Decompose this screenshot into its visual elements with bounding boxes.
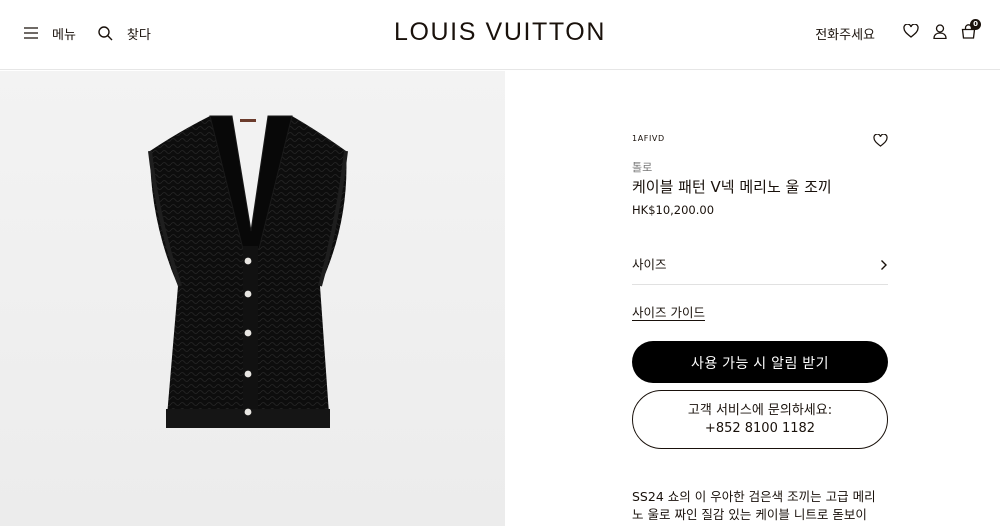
bag-button[interactable]: 0	[961, 18, 981, 43]
description-line: SS24 쇼의 이 우아한 검은색 조끼는 고급 메리	[632, 489, 876, 504]
contact-line-1: 고객 서비스에 문의하세요:	[687, 402, 833, 418]
notify-when-available-button[interactable]: 사용 가능 시 알림 받기	[632, 341, 888, 383]
account-button[interactable]	[933, 23, 947, 43]
description-line: 노 울로 짜인 질감 있는 케이블 니트로 돋보이	[632, 507, 867, 522]
contact-customer-service-button[interactable]: 고객 서비스에 문의하세요: +852 8100 1182	[632, 390, 888, 449]
product-image	[148, 115, 348, 428]
product-collection: 톨로	[632, 161, 653, 174]
call-us-link[interactable]: 전화주세요	[815, 24, 875, 43]
heart-icon	[903, 23, 919, 42]
size-label: 사이즈	[632, 257, 667, 272]
heart-icon	[873, 132, 888, 151]
bag-count-badge: 0	[970, 18, 981, 30]
wishlist-button[interactable]	[903, 23, 919, 42]
product-price: HK$10,200.00	[632, 203, 715, 217]
product-name: 케이블 패턴 V넥 메리노 울 조끼	[632, 178, 832, 196]
user-icon	[933, 23, 947, 43]
size-selector[interactable]: 사이즈	[632, 247, 888, 285]
add-to-wishlist-button[interactable]	[873, 132, 888, 151]
contact-phone: +852 8100 1182	[704, 420, 816, 436]
product-sku: 1AFIVD	[632, 134, 665, 143]
chevron-right-icon	[880, 256, 888, 275]
product-image-area[interactable]	[0, 71, 505, 526]
header-right: 전화주세요 0	[815, 18, 981, 44]
size-guide-link[interactable]: 사이즈 가이드	[632, 302, 705, 321]
site-header: 메뉴 찾다 LOUIS VUITTON 전화주세요 0	[0, 0, 1000, 70]
product-description: SS24 쇼의 이 우아한 검은색 조끼는 고급 메리 노 울로 짜인 질감 있…	[632, 488, 888, 524]
